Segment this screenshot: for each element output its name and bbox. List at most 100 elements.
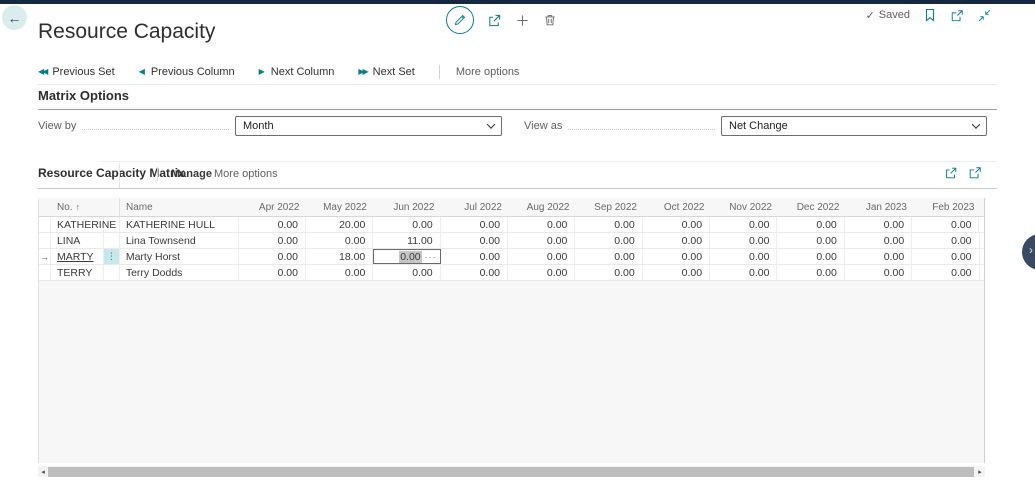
capacity-value-cell[interactable]: 0.00 <box>777 233 844 248</box>
resource-capacity-page: ← <box>0 0 1035 500</box>
column-header-dec-2022[interactable]: Dec 2022 <box>779 198 847 216</box>
capacity-value-cell[interactable]: 0.00 <box>239 265 306 280</box>
capacity-value-cell[interactable]: 0.00 <box>373 265 440 280</box>
capacity-value-cell[interactable]: 18.00 <box>306 249 373 264</box>
capacity-value-cell[interactable]: 0.00 <box>239 233 306 248</box>
capacity-value-cell[interactable]: 0.00 <box>912 265 979 280</box>
capacity-value-cell[interactable]: 0.00 <box>777 249 844 264</box>
capacity-value-cell[interactable]: 0.00 <box>441 233 508 248</box>
capacity-value-cell[interactable]: 0.00 <box>239 249 306 264</box>
capacity-value-cell[interactable]: 0.00 <box>845 249 912 264</box>
capacity-value-cell[interactable]: 0.00 <box>710 217 777 232</box>
column-header-no[interactable]: No.↑ <box>51 198 104 216</box>
capacity-value-cell[interactable]: 0.00 <box>912 249 979 264</box>
capacity-value-cell[interactable]: 20.00 <box>306 217 373 232</box>
capacity-value-cell[interactable]: 0.00 <box>575 265 642 280</box>
capacity-value-cell[interactable]: 0.00 <box>306 233 373 248</box>
column-header-may-2022[interactable]: May 2022 <box>307 198 375 216</box>
column-header-name[interactable]: Name <box>120 198 239 216</box>
next-set-button[interactable]: ▶▶ Next Set <box>358 66 415 78</box>
capacity-value-cell[interactable]: 11.00 <box>373 233 440 248</box>
bookmark-button[interactable] <box>924 8 936 22</box>
row-no-cell[interactable]: LINA <box>51 233 104 248</box>
capacity-value-cell[interactable]: 0.00 <box>845 217 912 232</box>
column-header-nov-2022[interactable]: Nov 2022 <box>712 198 780 216</box>
capacity-value-cell[interactable]: 0.00 <box>777 217 844 232</box>
next-column-button[interactable]: ▶ Next Column <box>259 66 335 78</box>
capacity-value-cell[interactable]: 0.00 <box>845 233 912 248</box>
scroll-right-arrow[interactable]: ▸ <box>975 466 985 477</box>
row-menu-button[interactable] <box>104 217 120 232</box>
bookmark-icon <box>924 8 936 22</box>
column-header-apr-2022[interactable]: Apr 2022 <box>239 198 307 216</box>
previous-set-button[interactable]: ◀◀ Previous Set <box>38 66 115 78</box>
column-header-feb-2023[interactable]: Feb 2023 <box>914 198 982 216</box>
capacity-value-cell[interactable]: 0.00 <box>777 265 844 280</box>
capacity-value-cell[interactable]: 0.00 <box>508 265 575 280</box>
row-menu-button[interactable]: ⋮ <box>104 249 120 264</box>
matrix-open-in-new-button[interactable] <box>968 166 982 180</box>
manage-menu-button[interactable]: Manage <box>171 168 212 180</box>
capacity-value-cell[interactable]: 0.00 <box>508 249 575 264</box>
row-name-cell[interactable]: Lina Townsend <box>120 233 239 248</box>
matrix-header-tools <box>944 166 982 180</box>
open-in-new-window-button[interactable] <box>950 9 964 22</box>
scrollbar-thumb[interactable] <box>48 467 974 477</box>
column-header-jan-2023[interactable]: Jan 2023 <box>847 198 915 216</box>
capacity-value-cell[interactable]: 0.00 <box>306 265 373 280</box>
capacity-value-cell[interactable]: 0.00 <box>373 217 440 232</box>
capacity-value-cell[interactable]: 0.00 <box>643 217 710 232</box>
capacity-value-cell[interactable]: 0.00 <box>643 265 710 280</box>
capacity-value-cell[interactable]: 0.00 <box>643 233 710 248</box>
delete-button[interactable] <box>543 13 557 27</box>
column-header-oct-2022[interactable]: Oct 2022 <box>644 198 712 216</box>
row-no-cell[interactable]: MARTY <box>51 249 104 264</box>
capacity-value-cell[interactable]: 0.00 <box>441 265 508 280</box>
view-as-field: View as Net Change <box>524 116 987 136</box>
view-as-select[interactable]: Net Change <box>721 116 987 136</box>
row-name-cell[interactable]: Marty Horst <box>120 249 239 264</box>
editing-value-cell[interactable]: 0.00··· <box>373 249 440 264</box>
row-no-cell[interactable]: KATHERINE <box>51 217 104 232</box>
capacity-value-cell[interactable]: 0.00 <box>643 249 710 264</box>
assist-edit-ellipsis-icon[interactable]: ··· <box>425 252 437 262</box>
capacity-value-cell[interactable]: 0.00 <box>912 217 979 232</box>
column-header-sep-2022[interactable]: Sep 2022 <box>577 198 645 216</box>
row-indicator <box>39 233 51 248</box>
edit-button[interactable] <box>446 6 474 34</box>
row-name-cell[interactable]: KATHERINE HULL <box>120 217 239 232</box>
capacity-value-cell[interactable]: 0.00 <box>710 249 777 264</box>
capacity-value-cell[interactable]: 0.00 <box>508 233 575 248</box>
horizontal-scrollbar[interactable]: ◂ ▸ <box>38 466 985 477</box>
edge-floating-button[interactable]: › <box>1022 234 1035 270</box>
row-menu-button[interactable] <box>104 265 120 280</box>
capacity-value-cell[interactable]: 0.00 <box>575 249 642 264</box>
previous-column-button[interactable]: ◀ Previous Column <box>139 66 235 78</box>
row-menu-button[interactable] <box>104 233 120 248</box>
column-header-jul-2022[interactable]: Jul 2022 <box>442 198 510 216</box>
matrix-more-options-button[interactable]: More options <box>214 168 278 180</box>
row-name-cell[interactable]: Terry Dodds <box>120 265 239 280</box>
collapse-button[interactable] <box>978 9 991 22</box>
row-no-cell[interactable]: TERRY <box>51 265 104 280</box>
capacity-value-cell[interactable]: 0.00 <box>508 217 575 232</box>
capacity-value-cell[interactable]: 0.00 <box>239 217 306 232</box>
next-set-label: Next Set <box>373 66 415 78</box>
matrix-share-button[interactable] <box>944 166 958 180</box>
capacity-value-cell[interactable]: 0.00 <box>575 233 642 248</box>
capacity-value-cell[interactable]: 0.00 <box>845 265 912 280</box>
capacity-value-cell[interactable]: 0.00 <box>710 233 777 248</box>
capacity-value-cell[interactable]: 0.00 <box>441 249 508 264</box>
column-header-jun-2022[interactable]: Jun 2022 <box>374 198 442 216</box>
share-button[interactable] <box>487 13 502 28</box>
new-button[interactable] <box>515 13 530 28</box>
capacity-value-cell[interactable]: 0.00 <box>575 217 642 232</box>
view-by-select[interactable]: Month <box>235 116 502 136</box>
scroll-left-arrow[interactable]: ◂ <box>38 466 48 477</box>
back-button[interactable]: ← <box>2 5 27 30</box>
capacity-value-cell[interactable]: 0.00 <box>441 217 508 232</box>
page-more-options-button[interactable]: More options <box>456 66 520 78</box>
capacity-value-cell[interactable]: 0.00 <box>912 233 979 248</box>
capacity-value-cell[interactable]: 0.00 <box>710 265 777 280</box>
column-header-aug-2022[interactable]: Aug 2022 <box>509 198 577 216</box>
